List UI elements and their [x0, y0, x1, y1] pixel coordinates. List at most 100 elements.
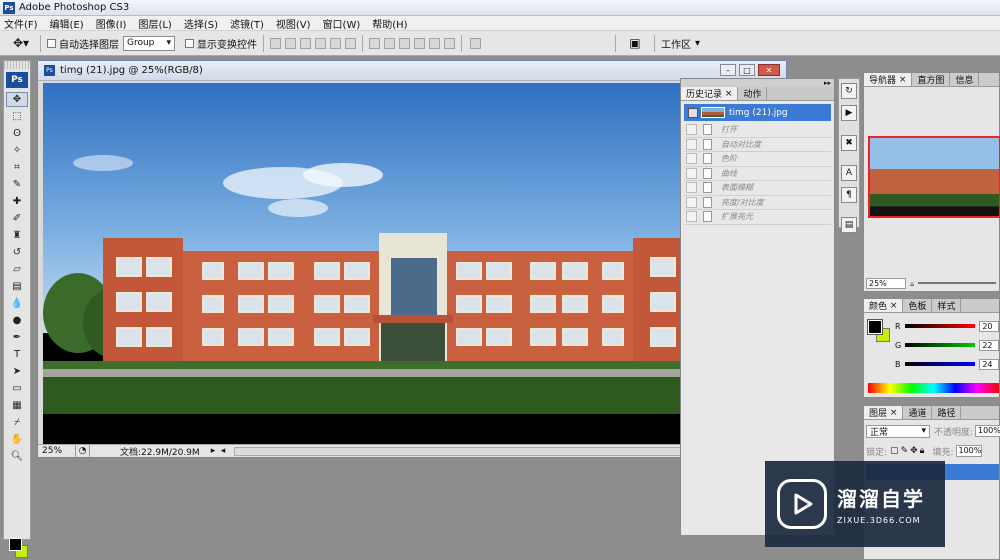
align-vcenter-icon[interactable] — [285, 37, 296, 49]
distribute-right-icon[interactable] — [444, 37, 455, 49]
auto-select-checkbox[interactable]: 自动选择图层 — [47, 36, 119, 51]
auto-align-icon[interactable] — [470, 37, 481, 49]
lock-position-icon[interactable]: ✥ — [910, 446, 918, 456]
minimize-button[interactable]: – — [720, 64, 736, 76]
tab-info[interactable]: 信息 — [950, 73, 980, 86]
tab-swatches[interactable]: 色板 — [903, 299, 933, 312]
hand-tool-icon[interactable]: ✋ — [6, 432, 28, 447]
distribute-bottom-icon[interactable] — [399, 37, 410, 49]
align-right-icon[interactable] — [345, 37, 356, 49]
red-slider[interactable] — [904, 324, 976, 328]
magic-wand-tool-icon[interactable]: ✧ — [6, 143, 28, 158]
tab-color[interactable]: 颜色 × — [864, 299, 904, 312]
foreground-color-swatch[interactable] — [867, 319, 883, 335]
maximize-button[interactable]: □ — [739, 64, 755, 76]
close-button[interactable]: ✕ — [758, 64, 780, 76]
menu-image[interactable]: 图像(I) — [96, 16, 127, 31]
clone-stamp-icon[interactable]: ♜ — [6, 228, 28, 243]
blur-tool-icon[interactable]: 💧 — [6, 296, 28, 311]
menu-view[interactable]: 视图(V) — [276, 16, 311, 31]
tool-presets-icon[interactable]: ✖ — [841, 135, 857, 151]
document-title-bar[interactable]: Ps timg (21).jpg @ 25%(RGB/8) – □ ✕ — [38, 61, 786, 81]
menu-filter[interactable]: 滤镜(T) — [230, 16, 264, 31]
blend-mode-dropdown[interactable]: 正常 ▾ — [866, 424, 930, 438]
history-step[interactable]: 曲线 — [684, 167, 831, 181]
lasso-tool-icon[interactable]: ʘ — [6, 126, 28, 141]
menu-window[interactable]: 窗口(W) — [323, 16, 361, 31]
history-step[interactable]: 打开 — [684, 123, 831, 138]
align-left-icon[interactable] — [315, 37, 326, 49]
history-step[interactable]: 扩展亮光 — [684, 210, 831, 225]
tab-styles[interactable]: 样式 — [932, 299, 962, 312]
dodge-tool-icon[interactable]: ● — [6, 313, 28, 328]
opacity-field[interactable]: 100% — [975, 425, 1000, 437]
status-arrow-icon[interactable]: ▸ — [208, 446, 218, 456]
fill-field[interactable]: 100% — [955, 445, 982, 457]
notes-tool-icon[interactable]: ▦ — [6, 398, 28, 413]
tab-channels[interactable]: 通道 — [903, 406, 933, 419]
align-top-icon[interactable] — [270, 37, 281, 49]
history-snapshot[interactable]: timg (21).jpg — [684, 104, 831, 121]
healing-brush-icon[interactable]: ✚ — [6, 194, 28, 209]
move-tool-preset-icon[interactable]: ✥▾ — [8, 33, 34, 53]
zoom-out-icon[interactable]: ▵ — [910, 279, 914, 288]
navigator-zoom-field[interactable]: 25% — [866, 277, 906, 289]
color-spectrum-bar[interactable] — [868, 383, 999, 393]
bridge-icon[interactable]: ▣ — [622, 33, 648, 53]
blue-slider[interactable] — [904, 362, 976, 366]
panel-collapse-icon[interactable]: ▸▸ — [681, 79, 834, 87]
eraser-tool-icon[interactable]: ▱ — [6, 262, 28, 277]
zoom-tool-icon[interactable]: 🔍︎ — [6, 449, 28, 464]
history-brush-source-icon[interactable] — [688, 107, 698, 118]
lock-image-icon[interactable]: ✎ — [901, 446, 909, 456]
distribute-hcenter-icon[interactable] — [429, 37, 440, 49]
path-select-icon[interactable]: ➤ — [6, 364, 28, 379]
history-step[interactable]: 色阶 — [684, 152, 831, 167]
history-brush-icon[interactable]: ↺ — [6, 245, 28, 260]
tab-paths[interactable]: 路径 — [932, 406, 962, 419]
menu-file[interactable]: 文件(F) — [4, 16, 38, 31]
show-transform-checkbox[interactable]: 显示变换控件 — [185, 36, 257, 51]
checkbox-icon[interactable] — [686, 138, 697, 150]
distribute-left-icon[interactable] — [414, 37, 425, 49]
distribute-vcenter-icon[interactable] — [384, 37, 395, 49]
slice-tool-icon[interactable]: ✎ — [6, 177, 28, 192]
menu-select[interactable]: 选择(S) — [184, 16, 218, 31]
history-step[interactable]: 自动对比度 — [684, 138, 831, 152]
pen-tool-icon[interactable]: ✒ — [6, 330, 28, 345]
history-step[interactable]: 亮度/对比度 — [684, 196, 831, 210]
panel-grip[interactable] — [4, 61, 30, 69]
layer-comps-icon[interactable]: ▤ — [841, 217, 857, 233]
lock-transparency-icon[interactable]: ▢ — [890, 446, 899, 456]
foreground-color-swatch[interactable] — [9, 538, 22, 551]
history-step[interactable]: 表面模糊 — [684, 181, 831, 196]
green-value-field[interactable]: 22 — [979, 339, 999, 351]
tab-histogram[interactable]: 直方图 — [912, 73, 951, 86]
move-tool-icon[interactable]: ✥ — [6, 92, 28, 107]
checkbox-icon[interactable] — [686, 124, 697, 136]
type-tool-icon[interactable]: T — [6, 347, 28, 362]
brush-tool-icon[interactable]: ✐ — [6, 211, 28, 226]
actions-panel-icon[interactable]: ▶ — [841, 105, 857, 121]
green-slider[interactable] — [904, 343, 976, 347]
checkbox-icon[interactable] — [686, 167, 697, 179]
zoom-field[interactable]: 25% — [38, 445, 76, 457]
align-hcenter-icon[interactable] — [330, 37, 341, 49]
red-value-field[interactable]: 20 — [979, 320, 999, 332]
align-bottom-icon[interactable] — [300, 37, 311, 49]
navigator-zoom-slider[interactable] — [918, 282, 996, 284]
tab-layers[interactable]: 图层 × — [864, 406, 904, 419]
shape-tool-icon[interactable]: ▭ — [6, 381, 28, 396]
marquee-tool-icon[interactable]: ⬚ — [6, 109, 28, 124]
menu-help[interactable]: 帮助(H) — [372, 16, 407, 31]
eyedropper-tool-icon[interactable]: ⌿ — [6, 415, 28, 430]
scroll-left-icon[interactable]: ◂ — [218, 446, 228, 456]
checkbox-icon[interactable] — [686, 182, 697, 194]
paragraph-panel-icon[interactable]: ¶ — [841, 187, 857, 203]
image-canvas[interactable] — [43, 83, 783, 446]
tab-navigator[interactable]: 导航器 × — [864, 73, 913, 86]
status-menu-icon[interactable]: ◔ — [76, 445, 90, 457]
checkbox-icon[interactable] — [686, 153, 697, 165]
lock-all-icon[interactable]: 🔒︎ — [920, 446, 925, 456]
tab-history[interactable]: 历史记录 × — [681, 87, 739, 100]
